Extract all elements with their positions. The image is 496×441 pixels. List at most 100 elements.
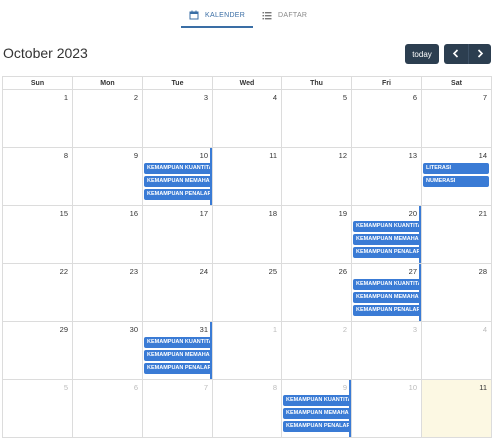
- day-number[interactable]: 27: [409, 267, 417, 276]
- calendar-event[interactable]: KEMAMPUAN PENALARAN UMUM: [144, 189, 210, 200]
- day-number[interactable]: 3: [413, 325, 417, 334]
- day-cell[interactable]: 28: [421, 263, 492, 322]
- day-cell[interactable]: 1: [212, 321, 282, 380]
- day-cell[interactable]: 5: [2, 379, 73, 438]
- calendar-event[interactable]: KEMAMPUAN PENALARAN UMUM: [144, 363, 210, 374]
- day-number[interactable]: 13: [409, 151, 417, 160]
- day-number[interactable]: 21: [479, 209, 487, 218]
- calendar-event[interactable]: LITERASI: [423, 163, 489, 174]
- calendar-event[interactable]: KEMAMPUAN KUANTITATIF: [283, 395, 349, 406]
- day-number[interactable]: 11: [269, 151, 277, 160]
- day-cell[interactable]: 10: [351, 379, 422, 438]
- day-cell[interactable]: 9: [72, 147, 143, 206]
- day-cell[interactable]: 1: [2, 89, 73, 148]
- day-cell[interactable]: 26: [281, 263, 352, 322]
- calendar-event[interactable]: KEMAMPUAN MEMAHAMI BACAAN DAN MENULIS: [353, 292, 419, 303]
- day-number[interactable]: 15: [60, 209, 68, 218]
- calendar-event[interactable]: KEMAMPUAN MEMAHAMI BACAAN DAN MENULIS: [144, 176, 210, 187]
- day-number[interactable]: 29: [60, 325, 68, 334]
- tab-kalender[interactable]: KALENDER: [189, 6, 245, 24]
- day-number[interactable]: 12: [339, 151, 347, 160]
- day-cell[interactable]: 4: [212, 89, 282, 148]
- day-cell[interactable]: 25: [212, 263, 282, 322]
- day-number[interactable]: 3: [204, 93, 208, 102]
- day-cell[interactable]: 11: [421, 379, 492, 438]
- day-cell[interactable]: 22: [2, 263, 73, 322]
- calendar-event[interactable]: KEMAMPUAN PENALARAN UMUM: [283, 421, 349, 432]
- day-number[interactable]: 9: [134, 151, 138, 160]
- next-month-button[interactable]: [468, 44, 491, 64]
- calendar-event[interactable]: KEMAMPUAN KUANTITATIF: [353, 221, 419, 232]
- day-cell[interactable]: 3: [351, 321, 422, 380]
- calendar-event[interactable]: NUMERASI: [423, 176, 489, 187]
- calendar-event[interactable]: KEMAMPUAN MEMAHAMI BACAAN DAN MENULIS: [144, 350, 210, 361]
- day-number[interactable]: 30: [130, 325, 138, 334]
- day-number[interactable]: 9: [343, 383, 347, 392]
- day-cell[interactable]: 12: [281, 147, 352, 206]
- day-number[interactable]: 4: [273, 93, 277, 102]
- day-number[interactable]: 20: [409, 209, 417, 218]
- day-cell[interactable]: 24: [142, 263, 213, 322]
- day-cell[interactable]: 13: [351, 147, 422, 206]
- day-number[interactable]: 17: [200, 209, 208, 218]
- day-number[interactable]: 11: [479, 383, 487, 392]
- day-number[interactable]: 2: [134, 93, 138, 102]
- calendar-event[interactable]: KEMAMPUAN MEMAHAMI BACAAN DAN MENULIS: [283, 408, 349, 419]
- calendar-event[interactable]: KEMAMPUAN PENALARAN UMUM: [353, 247, 419, 258]
- day-number[interactable]: 19: [339, 209, 347, 218]
- day-number[interactable]: 10: [200, 151, 208, 160]
- day-number[interactable]: 22: [60, 267, 68, 276]
- day-cell[interactable]: 6: [351, 89, 422, 148]
- calendar-event[interactable]: KEMAMPUAN PENALARAN UMUM: [353, 305, 419, 316]
- day-number[interactable]: 1: [273, 325, 277, 334]
- day-cell[interactable]: 3: [142, 89, 213, 148]
- day-cell[interactable]: 8: [212, 379, 282, 438]
- calendar-event[interactable]: KEMAMPUAN KUANTITATIF: [353, 279, 419, 290]
- day-cell[interactable]: 5: [281, 89, 352, 148]
- day-number[interactable]: 5: [343, 93, 347, 102]
- day-number[interactable]: 26: [339, 267, 347, 276]
- day-number[interactable]: 14: [479, 151, 487, 160]
- calendar-event[interactable]: KEMAMPUAN KUANTITATIF: [144, 337, 210, 348]
- day-number[interactable]: 5: [64, 383, 68, 392]
- day-cell[interactable]: 29: [2, 321, 73, 380]
- day-cell[interactable]: 2: [281, 321, 352, 380]
- day-cell[interactable]: 6: [72, 379, 143, 438]
- calendar-event[interactable]: KEMAMPUAN KUANTITATIF: [144, 163, 210, 174]
- day-number[interactable]: 24: [200, 267, 208, 276]
- day-cell[interactable]: 4: [421, 321, 492, 380]
- day-number[interactable]: 7: [483, 93, 487, 102]
- day-cell[interactable]: 11: [212, 147, 282, 206]
- day-number[interactable]: 18: [269, 209, 277, 218]
- day-number[interactable]: 8: [273, 383, 277, 392]
- prev-month-button[interactable]: [444, 44, 468, 64]
- tab-daftar[interactable]: DAFTAR: [262, 6, 307, 24]
- day-cell[interactable]: 23: [72, 263, 143, 322]
- day-number[interactable]: 23: [130, 267, 138, 276]
- day-cell[interactable]: 30: [72, 321, 143, 380]
- day-cell[interactable]: 7: [421, 89, 492, 148]
- day-number[interactable]: 10: [409, 383, 417, 392]
- day-cell[interactable]: 16: [72, 205, 143, 264]
- day-number[interactable]: 31: [200, 325, 208, 334]
- day-number[interactable]: 6: [134, 383, 138, 392]
- day-number[interactable]: 1: [64, 93, 68, 102]
- day-number[interactable]: 7: [204, 383, 208, 392]
- day-cell[interactable]: 17: [142, 205, 213, 264]
- day-cell[interactable]: 2: [72, 89, 143, 148]
- day-cell[interactable]: 7: [142, 379, 213, 438]
- day-number[interactable]: 16: [130, 209, 138, 218]
- day-number[interactable]: 25: [269, 267, 277, 276]
- day-number[interactable]: 6: [413, 93, 417, 102]
- day-cell[interactable]: 15: [2, 205, 73, 264]
- day-number[interactable]: 2: [343, 325, 347, 334]
- day-number[interactable]: 28: [479, 267, 487, 276]
- day-number[interactable]: 8: [64, 151, 68, 160]
- day-cell[interactable]: 21: [421, 205, 492, 264]
- calendar-event[interactable]: KEMAMPUAN MEMAHAMI BACAAN DAN MENULIS: [353, 234, 419, 245]
- day-cell[interactable]: 8: [2, 147, 73, 206]
- day-cell[interactable]: 19: [281, 205, 352, 264]
- day-number[interactable]: 4: [483, 325, 487, 334]
- day-cell[interactable]: 18: [212, 205, 282, 264]
- today-button[interactable]: today: [405, 44, 439, 64]
